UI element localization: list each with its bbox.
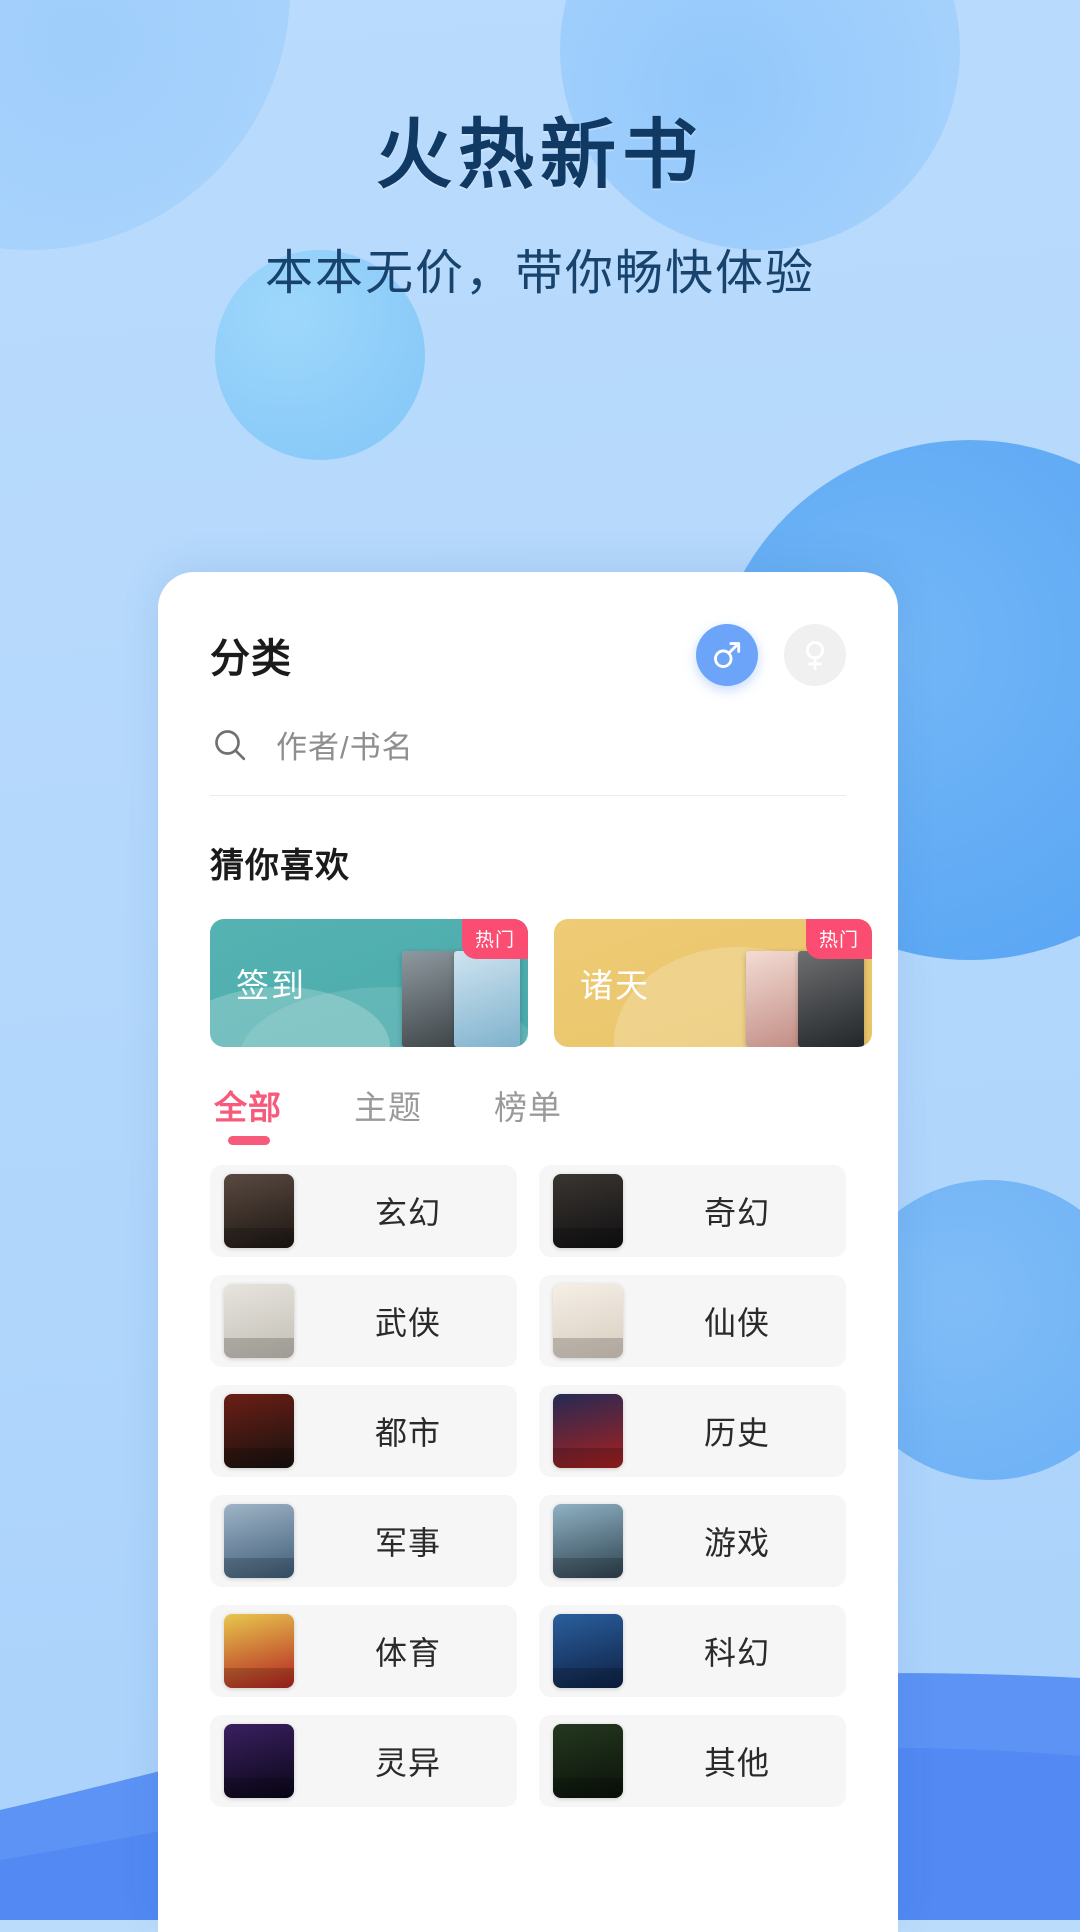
book-cover-lingyi [224, 1724, 294, 1798]
gender-toggle-group [696, 624, 846, 686]
category-item[interactable]: 仙侠 [539, 1275, 846, 1367]
category-item[interactable]: 体育 [210, 1605, 517, 1697]
book-cover-kehuan [553, 1614, 623, 1688]
search-bar[interactable]: 作者/书名 [210, 722, 846, 796]
search-icon [215, 729, 246, 760]
promo-card-zhutian[interactable]: 诸天 热门 [554, 919, 872, 1047]
guess-you-like-title: 猜你喜欢 [210, 847, 350, 885]
book-cover-title-strip [553, 1668, 623, 1688]
male-symbol-icon [714, 642, 741, 668]
female-symbol-icon [805, 641, 825, 670]
category-item[interactable]: 游戏 [539, 1495, 846, 1587]
book-cover-title-strip [224, 1668, 294, 1688]
page-subtitle: 本本无价，带你畅快体验 [264, 247, 815, 300]
book-cover-1958 [224, 1614, 294, 1688]
promo-badge: 热门 [805, 919, 872, 959]
category-item[interactable]: 奇幻 [539, 1165, 846, 1257]
category-item[interactable]: 其他 [539, 1715, 846, 1807]
category-label: 军事 [374, 1525, 441, 1561]
panel-title: 分类 [210, 637, 292, 681]
promo-book-cover [454, 951, 520, 1047]
book-cover-title-strip [553, 1228, 623, 1248]
book-cover-qita [553, 1724, 623, 1798]
category-label: 科幻 [703, 1635, 770, 1671]
category-panel: 分类 作者/书名 猜你喜欢 签到 热门 诸天 热门 全部 主题 榜单 玄幻 奇幻… [158, 572, 898, 1932]
book-cover-title-strip [553, 1778, 623, 1798]
category-label: 灵异 [374, 1745, 441, 1781]
promo-book-cover [798, 951, 864, 1047]
book-cover-title-strip [553, 1338, 623, 1358]
book-cover-title-strip [553, 1558, 623, 1578]
book-cover-title-strip [224, 1448, 294, 1468]
tab-bar: 全部 主题 榜单 [214, 1081, 898, 1145]
category-item[interactable]: 灵异 [210, 1715, 517, 1807]
category-label: 都市 [374, 1415, 441, 1451]
category-label: 玄幻 [374, 1195, 441, 1231]
category-item[interactable]: 历史 [539, 1385, 846, 1477]
category-item[interactable]: 武侠 [210, 1275, 517, 1367]
category-item[interactable]: 玄幻 [210, 1165, 517, 1257]
promo-label: 诸天 [580, 967, 650, 1004]
category-label: 体育 [374, 1635, 441, 1671]
category-label: 仙侠 [703, 1305, 770, 1341]
book-cover-title-strip [224, 1558, 294, 1578]
book-cover-title-strip [224, 1778, 294, 1798]
book-cover-lishi [553, 1394, 623, 1468]
book-cover-title-strip [224, 1228, 294, 1248]
category-item[interactable]: 科幻 [539, 1605, 846, 1697]
book-cover-xianxia [553, 1284, 623, 1358]
gender-toggle-male[interactable] [696, 624, 758, 686]
tab-theme[interactable]: 主题 [354, 1081, 422, 1145]
category-label: 游戏 [703, 1525, 770, 1561]
category-label: 历史 [703, 1415, 770, 1451]
book-cover-wangu-shenjue [224, 1174, 294, 1248]
page-title: 火热新书 [376, 113, 704, 198]
category-label: 其他 [703, 1745, 770, 1781]
promo-badge: 热门 [461, 919, 528, 959]
promo-card-row: 签到 热门 诸天 热门 [210, 919, 898, 1047]
category-label: 奇幻 [703, 1195, 770, 1231]
category-label: 武侠 [374, 1305, 441, 1341]
book-cover-wanshenji [224, 1284, 294, 1358]
panel-header: 分类 [158, 572, 898, 686]
category-item[interactable]: 都市 [210, 1385, 517, 1477]
book-cover-youxi [553, 1504, 623, 1578]
tab-all[interactable]: 全部 [214, 1081, 282, 1145]
book-cover-junshi [224, 1504, 294, 1578]
search-input[interactable]: 作者/书名 [276, 722, 414, 767]
book-cover-dushi [224, 1394, 294, 1468]
category-grid: 玄幻 奇幻武侠 仙侠都市 历史军事 游戏体育 科幻灵异 其他 [210, 1165, 846, 1807]
category-item[interactable]: 军事 [210, 1495, 517, 1587]
gender-toggle-female[interactable] [784, 624, 846, 686]
book-cover-title-strip [224, 1338, 294, 1358]
book-cover-qihuan-yusheng [553, 1174, 623, 1248]
book-cover-title-strip [553, 1448, 623, 1468]
tab-ranking[interactable]: 榜单 [494, 1081, 562, 1145]
promo-label: 签到 [236, 967, 306, 1004]
hero-section: 火热新书 本本无价，带你畅快体验 [0, 0, 1080, 298]
promo-card-signin[interactable]: 签到 热门 [210, 919, 528, 1047]
